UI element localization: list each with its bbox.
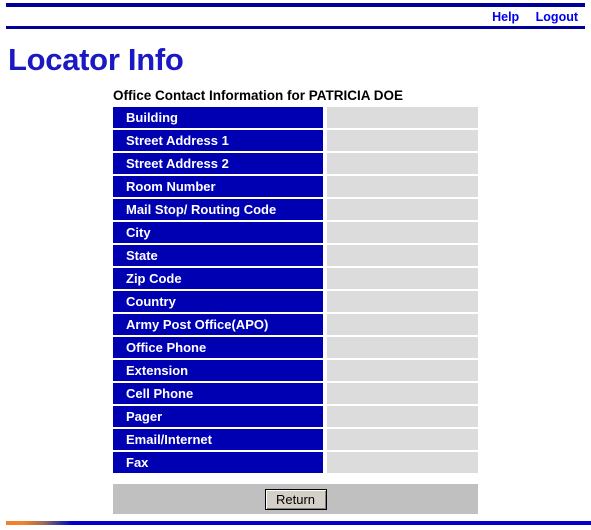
table-row: Cell Phone xyxy=(113,383,478,404)
row-value xyxy=(327,176,478,197)
row-value xyxy=(327,130,478,151)
table-row: Country xyxy=(113,291,478,312)
row-value xyxy=(327,406,478,427)
table-row: Building xyxy=(113,107,478,128)
row-value xyxy=(327,429,478,450)
table-row: Pager xyxy=(113,406,478,427)
row-value xyxy=(327,153,478,174)
table-row: Mail Stop/ Routing Code xyxy=(113,199,478,220)
row-value xyxy=(327,383,478,404)
table-row: Room Number xyxy=(113,176,478,197)
utility-nav: Help Logout xyxy=(0,8,578,24)
row-label: Building xyxy=(113,107,323,128)
table-row: Army Post Office(APO) xyxy=(113,314,478,335)
section-heading: Office Contact Information for PATRICIA … xyxy=(113,88,403,103)
header-bottom-rule xyxy=(6,26,585,29)
row-value xyxy=(327,291,478,312)
row-value xyxy=(327,337,478,358)
action-bar: Return xyxy=(113,484,478,514)
table-row: Street Address 2 xyxy=(113,153,478,174)
row-value xyxy=(327,452,478,473)
footer-rule xyxy=(6,521,591,525)
row-value xyxy=(327,199,478,220)
row-label: Zip Code xyxy=(113,268,323,289)
row-label: Army Post Office(APO) xyxy=(113,314,323,335)
row-label: Street Address 1 xyxy=(113,130,323,151)
row-label: Pager xyxy=(113,406,323,427)
row-label: Extension xyxy=(113,360,323,381)
logout-link[interactable]: Logout xyxy=(536,10,578,24)
table-row: Office Phone xyxy=(113,337,478,358)
row-label: Country xyxy=(113,291,323,312)
row-label: Email/Internet xyxy=(113,429,323,450)
row-label: Room Number xyxy=(113,176,323,197)
return-button[interactable]: Return xyxy=(264,489,327,510)
row-label: Street Address 2 xyxy=(113,153,323,174)
table-row: Zip Code xyxy=(113,268,478,289)
row-value xyxy=(327,222,478,243)
page-title: Locator Info xyxy=(8,42,184,77)
row-label: Cell Phone xyxy=(113,383,323,404)
row-label: State xyxy=(113,245,323,266)
table-row: State xyxy=(113,245,478,266)
row-label: Mail Stop/ Routing Code xyxy=(113,199,323,220)
locator-info-table: Building Street Address 1 Street Address 2… xyxy=(113,107,478,475)
row-label: Office Phone xyxy=(113,337,323,358)
table-row: Email/Internet xyxy=(113,429,478,450)
table-row: City xyxy=(113,222,478,243)
table-row: Fax xyxy=(113,452,478,473)
row-value xyxy=(327,245,478,266)
row-value xyxy=(327,268,478,289)
row-label: City xyxy=(113,222,323,243)
help-link[interactable]: Help xyxy=(492,10,519,24)
table-row: Street Address 1 xyxy=(113,130,478,151)
row-value xyxy=(327,107,478,128)
row-value xyxy=(327,314,478,335)
row-value xyxy=(327,360,478,381)
table-row: Extension xyxy=(113,360,478,381)
row-label: Fax xyxy=(113,452,323,473)
header-top-rule xyxy=(6,3,585,7)
